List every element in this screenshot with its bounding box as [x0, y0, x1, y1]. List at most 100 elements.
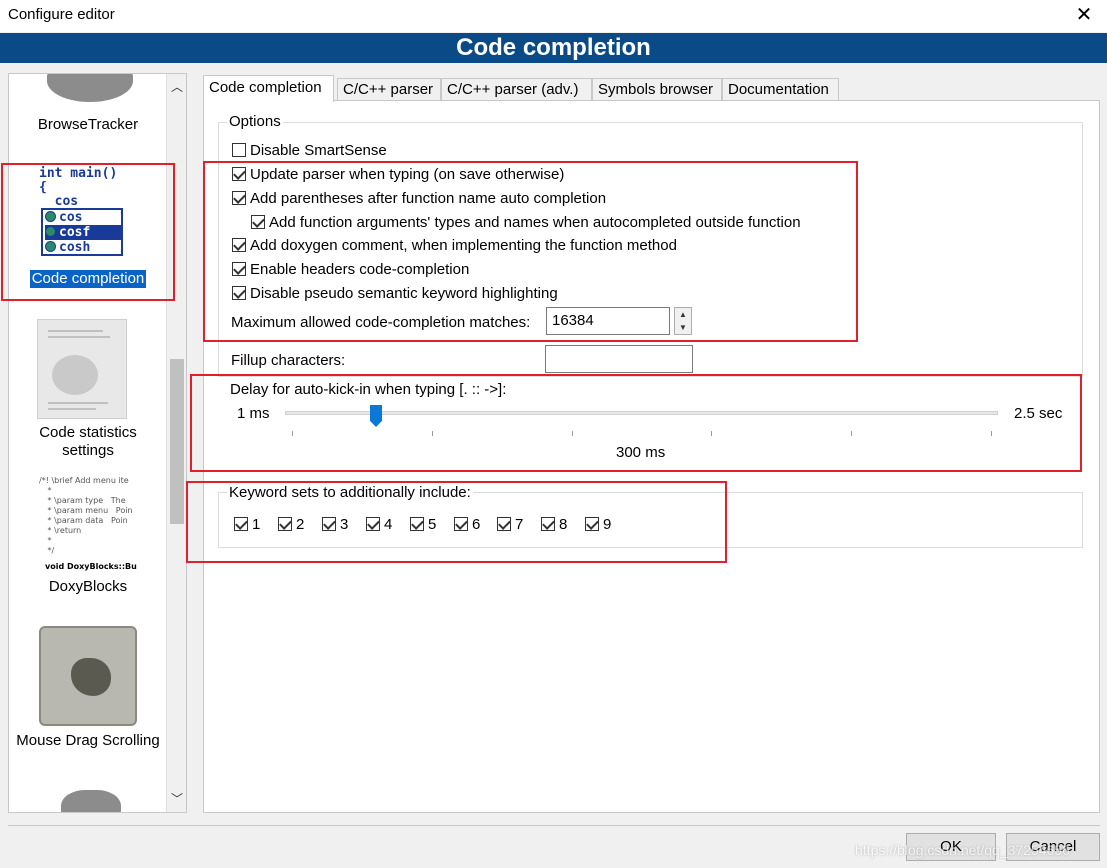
slider-tick — [991, 431, 992, 436]
delay-max-label: 2.5 sec — [1014, 405, 1063, 422]
checkbox-label: Update parser when typing (on save other… — [250, 166, 565, 183]
mouse-drag-scrolling-icon — [39, 626, 137, 726]
checkbox-box[interactable] — [366, 517, 380, 531]
slider-tick — [851, 431, 852, 436]
tab-documentation[interactable]: Documentation — [722, 78, 839, 101]
keyword-set-6-checkbox[interactable]: 6 — [454, 516, 480, 534]
checkbox-box[interactable] — [278, 517, 292, 531]
delay-label: Delay for auto-kick-in when typing [. ::… — [230, 381, 507, 398]
checkbox-box[interactable] — [410, 517, 424, 531]
checkbox-box[interactable] — [322, 517, 336, 531]
spin-down-icon[interactable]: ▼ — [675, 321, 691, 334]
sidebar-item-browsetracker[interactable]: BrowseTracker — [9, 116, 167, 134]
doxyblocks-icon: /*! \brief Add menu ite * * \param type … — [37, 474, 137, 574]
tab-cpp-parser[interactable]: C/C++ parser — [337, 78, 441, 101]
keyword-set-9-checkbox[interactable]: 9 — [585, 516, 611, 534]
checkbox-label: 7 — [515, 516, 524, 533]
code-icon-line: { — [39, 180, 47, 195]
update-parser-checkbox[interactable]: Update parser when typing (on save other… — [232, 166, 564, 184]
checkbox-box[interactable] — [232, 143, 246, 157]
sidebar-item-label: DoxyBlocks — [48, 578, 128, 595]
code-completion-icon: int main() { cos cos cosf cosh — [39, 166, 139, 264]
puzzle-icon — [61, 790, 121, 812]
checkbox-box[interactable] — [232, 262, 246, 276]
keyword-set-8-checkbox[interactable]: 8 — [541, 516, 567, 534]
delay-value-label: 300 ms — [616, 444, 666, 461]
slider-tick — [711, 431, 712, 436]
enable-headers-completion-checkbox[interactable]: Enable headers code-completion — [232, 261, 469, 279]
window-title: Configure editor — [8, 6, 115, 23]
code-icon-popup-item: cosh — [45, 240, 121, 255]
keyword-set-5-checkbox[interactable]: 5 — [410, 516, 436, 534]
checkbox-label: Disable SmartSense — [250, 142, 387, 159]
plugin-list[interactable]: BrowseTracker int main() { cos cos cosf … — [8, 73, 187, 813]
cancel-button[interactable]: Cancel — [1006, 833, 1100, 861]
keyword-sets-label: Keyword sets to additionally include: — [227, 484, 473, 502]
section-title: Code completion — [456, 34, 651, 61]
sidebar-item-label: Code statistics settings — [39, 424, 137, 459]
sidebar-item-label: Code completion — [29, 270, 147, 288]
max-matches-input[interactable]: 16384 — [546, 307, 670, 335]
checkbox-box[interactable] — [232, 191, 246, 205]
keyword-set-4-checkbox[interactable]: 4 — [366, 516, 392, 534]
code-icon-line: cos — [39, 194, 79, 209]
checkbox-label: Add parentheses after function name auto… — [250, 190, 607, 207]
puzzle-icon — [47, 74, 133, 102]
code-icon-popup-item: cosf — [45, 225, 121, 240]
checkbox-box[interactable] — [454, 517, 468, 531]
ok-button[interactable]: OK — [906, 833, 996, 861]
checkbox-label: 9 — [603, 516, 612, 533]
section-header: Code completion — [0, 33, 1107, 63]
tab-code-completion[interactable]: Code completion — [203, 75, 334, 102]
keyword-set-1-checkbox[interactable]: 1 — [234, 516, 260, 534]
checkbox-box[interactable] — [585, 517, 599, 531]
fillup-characters-label: Fillup characters: — [231, 352, 346, 369]
checkbox-label: 5 — [428, 516, 437, 533]
sidebar-item-mouse-drag-scrolling[interactable]: Mouse Drag Scrolling — [9, 732, 167, 750]
configure-editor-dialog: Configure editor ✕ Code completion Brows… — [0, 0, 1107, 868]
close-icon[interactable]: ✕ — [1073, 3, 1095, 27]
sidebar-item-label: Mouse Drag Scrolling — [16, 732, 160, 749]
keyword-set-3-checkbox[interactable]: 3 — [322, 516, 348, 534]
keyword-set-2-checkbox[interactable]: 2 — [278, 516, 304, 534]
footer-divider — [8, 825, 1100, 826]
sidebar-item-doxyblocks[interactable]: DoxyBlocks — [9, 578, 167, 596]
checkbox-box[interactable] — [232, 286, 246, 300]
max-matches-label: Maximum allowed code-completion matches: — [231, 314, 531, 331]
checkbox-box[interactable] — [234, 517, 248, 531]
delay-min-label: 1 ms — [237, 405, 270, 422]
options-group-label: Options — [227, 113, 283, 131]
sidebar-scrollbar[interactable]: ︿ ﹀ — [166, 74, 186, 812]
sidebar-item-code-completion[interactable]: Code completion — [9, 270, 167, 288]
disable-smartsense-checkbox[interactable]: Disable SmartSense — [232, 142, 387, 160]
disable-pseudo-semantic-checkbox[interactable]: Disable pseudo semantic keyword highligh… — [232, 285, 558, 303]
checkbox-label: 3 — [340, 516, 349, 533]
checkbox-box[interactable] — [541, 517, 555, 531]
keyword-set-7-checkbox[interactable]: 7 — [497, 516, 523, 534]
checkbox-box[interactable] — [232, 167, 246, 181]
checkbox-label: Enable headers code-completion — [250, 261, 470, 278]
add-parentheses-checkbox[interactable]: Add parentheses after function name auto… — [232, 190, 606, 208]
checkbox-label: Disable pseudo semantic keyword highligh… — [250, 285, 558, 302]
sidebar-item-code-statistics[interactable]: Code statistics settings — [9, 424, 167, 460]
max-matches-spinner[interactable]: ▲ ▼ — [674, 307, 692, 335]
checkbox-label: 1 — [252, 516, 261, 533]
delay-slider-track[interactable] — [285, 411, 998, 415]
slider-tick — [432, 431, 433, 436]
checkbox-box[interactable] — [497, 517, 511, 531]
tab-symbols-browser[interactable]: Symbols browser — [592, 78, 722, 101]
scroll-up-icon[interactable]: ︿ — [167, 76, 186, 98]
checkbox-label: Add doxygen comment, when implementing t… — [250, 237, 677, 254]
checkbox-box[interactable] — [232, 238, 246, 252]
tab-cpp-parser-adv[interactable]: C/C++ parser (adv.) — [441, 78, 592, 101]
scrollbar-thumb[interactable] — [170, 359, 184, 524]
add-doxygen-comment-checkbox[interactable]: Add doxygen comment, when implementing t… — [232, 237, 677, 255]
code-icon-popup: cos cosf cosh — [41, 208, 123, 256]
spin-up-icon[interactable]: ▲ — [675, 308, 691, 321]
fillup-characters-input[interactable] — [545, 345, 693, 373]
scroll-down-icon[interactable]: ﹀ — [167, 788, 186, 810]
slider-tick — [292, 431, 293, 436]
checkbox-box[interactable] — [251, 215, 265, 229]
sidebar-item-label: BrowseTracker — [37, 116, 139, 133]
add-function-arguments-checkbox[interactable]: Add function arguments' types and names … — [251, 214, 801, 232]
